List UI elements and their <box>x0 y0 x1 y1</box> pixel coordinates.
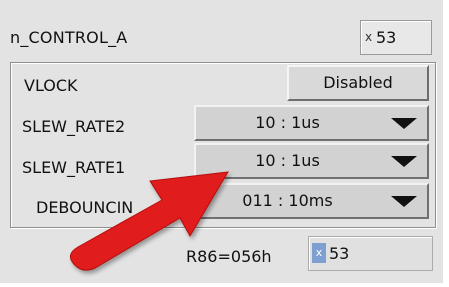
chevron-down-icon <box>391 118 417 129</box>
debounce-dropdown[interactable]: 011 : 10ms <box>194 183 429 219</box>
slew-rate1-label: SLEW_RATE1 <box>22 158 126 177</box>
slew-rate2-label: SLEW_RATE2 <box>22 117 126 136</box>
panel-title: n_CONTROL_A <box>10 28 128 47</box>
hex-prefix: x <box>365 30 373 44</box>
chevron-down-icon <box>391 156 417 167</box>
register-value-field[interactable]: x 53 <box>308 236 433 271</box>
slew-rate1-dropdown[interactable]: 10 : 1us <box>194 143 429 179</box>
slew-rate1-value: 10 : 1us <box>255 151 320 170</box>
hex-value: 53 <box>376 28 397 47</box>
register-value: 53 <box>329 244 350 263</box>
slew-rate2-value: 10 : 1us <box>255 113 320 132</box>
debounce-label: DEBOUNCIN <box>36 198 134 217</box>
register-value-prefix: x <box>312 243 326 263</box>
chevron-down-icon <box>391 196 417 207</box>
vlock-label: VLOCK <box>24 76 78 95</box>
hex-value-field[interactable]: x 53 <box>360 20 432 55</box>
slew-rate2-dropdown[interactable]: 10 : 1us <box>194 105 429 141</box>
debounce-value: 011 : 10ms <box>242 191 333 210</box>
register-address: R86=056h <box>186 247 272 266</box>
register-panel: n_CONTROL_A x 53 VLOCK Disabled SLEW_RAT… <box>0 0 449 287</box>
vlock-toggle-button[interactable]: Disabled <box>287 65 429 101</box>
